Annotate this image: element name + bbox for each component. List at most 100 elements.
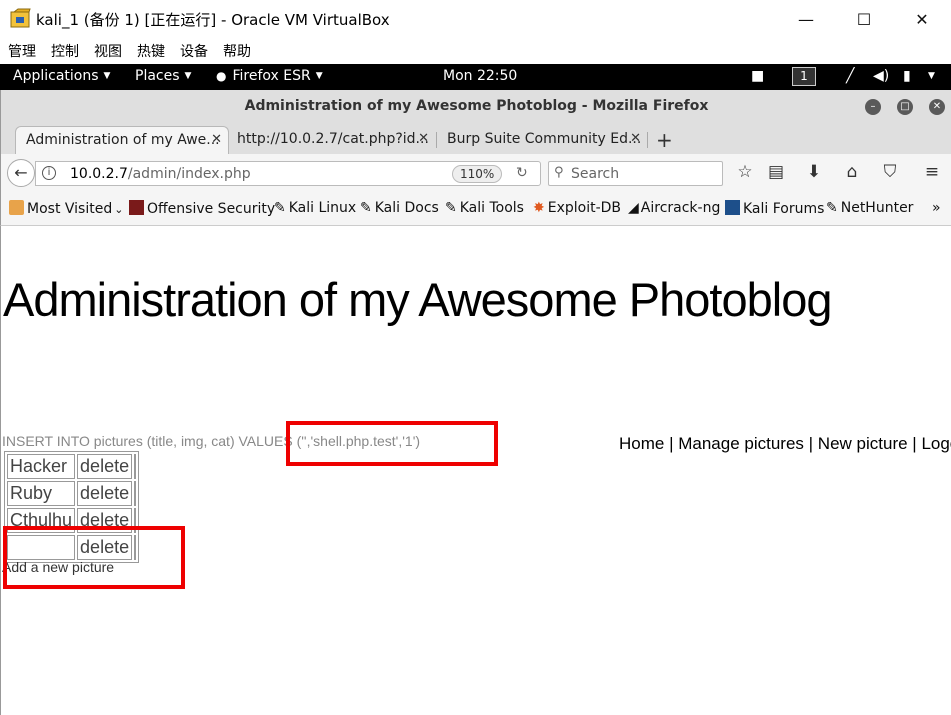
- tab-cat[interactable]: http://10.0.2.7/cat.php?id... ✕: [227, 126, 435, 154]
- firefox-app-menu[interactable]: ● Firefox ESR ▼: [216, 68, 323, 84]
- bookmark-label: Offensive Security: [147, 201, 276, 217]
- vbox-title-bar: kali_1 (备份 1) [正在运行] - Oracle VM Virtual…: [0, 0, 951, 38]
- search-input[interactable]: [571, 164, 719, 183]
- url-bar[interactable]: i 10.0.2.7/admin/index.php 110% ↻: [35, 161, 541, 186]
- bookmark-nethunter[interactable]: ✎ NetHunter: [826, 200, 913, 216]
- new-tab-button[interactable]: +: [656, 128, 673, 152]
- kali-icon: ✎: [274, 200, 286, 216]
- kali-forums-icon: [725, 200, 740, 215]
- bookmark-label: Aircrack-ng: [640, 200, 721, 216]
- bookmark-star-icon[interactable]: ☆: [734, 162, 756, 182]
- navigation-toolbar: ← i 10.0.2.7/admin/index.php 110% ↻ ⚲ ☆ …: [0, 154, 951, 192]
- hamburger-menu-icon[interactable]: ≡: [921, 162, 943, 182]
- kali-icon: ✎: [360, 200, 372, 216]
- zoom-indicator[interactable]: 110%: [452, 165, 503, 183]
- workspace-indicator[interactable]: 1: [792, 67, 816, 86]
- tab-admin[interactable]: Administration of my Awe... ✕: [15, 126, 229, 154]
- exploit-db-icon: ✸: [533, 200, 545, 216]
- clock[interactable]: Mon 22:50: [443, 68, 517, 84]
- bookmark-label: Most Visited: [27, 201, 113, 217]
- bookmark-most-visited[interactable]: Most Visited ⌄: [9, 200, 123, 217]
- close-tab-icon[interactable]: ✕: [630, 131, 641, 146]
- page-content: Administration of my Awesome Photoblog I…: [0, 226, 951, 715]
- tab-label: http://10.0.2.7/cat.php?id...: [237, 131, 429, 147]
- nav-separator: |: [664, 434, 679, 453]
- bookmark-kali-linux[interactable]: ✎ Kali Linux: [274, 200, 356, 216]
- menu-view[interactable]: 视图: [94, 41, 122, 61]
- clipboard-icon[interactable]: ▤: [765, 162, 787, 182]
- url-path: /admin/index.php: [127, 166, 251, 182]
- firefox-app-icon: ●: [216, 69, 227, 83]
- close-tab-icon[interactable]: ✕: [418, 131, 429, 146]
- vbox-title: kali_1 (备份 1) [正在运行] - Oracle VM Virtual…: [36, 11, 390, 29]
- bookmark-label: Kali Forums: [743, 201, 825, 217]
- gnome-top-bar: Applications ▼ Places ▼ ● Firefox ESR ▼ Mon …: [0, 64, 951, 90]
- pocket-icon[interactable]: ⛉: [879, 162, 901, 182]
- bookmark-label: Kali Docs: [374, 200, 439, 216]
- network-icon[interactable]: ╱: [846, 68, 854, 84]
- reload-icon[interactable]: ↻: [516, 165, 528, 181]
- minimize-button[interactable]: —: [777, 0, 835, 38]
- bookmark-kali-tools[interactable]: ✎ Kali Tools: [445, 200, 524, 216]
- page-title: Administration of my Awesome Photoblog: [3, 273, 832, 326]
- download-icon[interactable]: ⬇: [803, 162, 825, 182]
- firefox-app-label: Firefox ESR: [232, 68, 311, 84]
- menu-devices[interactable]: 设备: [180, 41, 208, 61]
- search-icon: ⚲: [554, 165, 564, 180]
- caret-down-icon: ▼: [103, 71, 111, 81]
- menu-control[interactable]: 控制: [51, 41, 79, 61]
- picture-title: Ruby: [7, 481, 76, 506]
- bookmark-exploit-db[interactable]: ✸ Exploit-DB: [533, 200, 621, 216]
- back-arrow-icon[interactable]: ←: [7, 159, 35, 187]
- table-row: Hacker delete: [7, 454, 137, 479]
- volume-icon[interactable]: ◀): [873, 68, 889, 84]
- tab-separator: [647, 132, 648, 148]
- search-box[interactable]: ⚲: [548, 161, 723, 186]
- kali-icon: ✎: [826, 200, 838, 216]
- bookmark-kali-docs[interactable]: ✎ Kali Docs: [360, 200, 439, 216]
- nav-separator: |: [907, 434, 922, 453]
- chevron-down-icon: ⌄: [114, 203, 124, 216]
- close-button[interactable]: ✕: [893, 0, 951, 38]
- info-icon[interactable]: i: [42, 166, 56, 180]
- bookmark-label: Kali Linux: [288, 200, 357, 216]
- highlight-box-empty-row: [3, 526, 185, 589]
- url-text[interactable]: 10.0.2.7/admin/index.php: [70, 166, 251, 182]
- nav-home-link[interactable]: Home: [619, 434, 664, 453]
- delete-link[interactable]: delete: [77, 454, 133, 479]
- nav-new-picture-link[interactable]: New picture: [818, 434, 908, 453]
- folder-icon: [9, 200, 24, 215]
- bookmark-offensive-security[interactable]: Offensive Security: [129, 200, 275, 217]
- bookmark-aircrack-ng[interactable]: ◢ Aircrack-ng: [628, 200, 720, 216]
- nav-manage-pictures-link[interactable]: Manage pictures: [678, 434, 804, 453]
- menu-help[interactable]: 帮助: [223, 41, 251, 61]
- bookmark-kali-forums[interactable]: Kali Forums: [725, 200, 824, 217]
- delete-link[interactable]: delete: [77, 481, 133, 506]
- tab-burp[interactable]: Burp Suite Community Ed... ✕: [437, 126, 647, 154]
- aircrack-icon: ◢: [628, 200, 639, 216]
- offsec-icon: [129, 200, 144, 215]
- bookmarks-overflow-icon[interactable]: »: [932, 200, 941, 216]
- video-camera-icon[interactable]: ■: [751, 68, 764, 84]
- home-icon[interactable]: ⌂: [841, 162, 863, 182]
- places-menu[interactable]: Places ▼: [135, 68, 191, 84]
- admin-nav: Home | Manage pictures | New picture | L…: [619, 434, 951, 454]
- firefox-close-icon[interactable]: ✕: [929, 99, 945, 115]
- kali-icon: ✎: [445, 200, 457, 216]
- applications-menu[interactable]: Applications ▼: [13, 68, 110, 84]
- firefox-maximize-icon[interactable]: □: [897, 99, 913, 115]
- caret-down-icon: ▼: [184, 71, 192, 81]
- places-label: Places: [135, 68, 180, 84]
- close-tab-icon[interactable]: ✕: [211, 132, 222, 147]
- nav-logout-link[interactable]: Logo: [921, 434, 951, 453]
- menu-manage[interactable]: 管理: [8, 41, 36, 61]
- firefox-minimize-icon[interactable]: –: [865, 99, 881, 115]
- virtualbox-icon: [10, 8, 31, 28]
- maximize-button[interactable]: ☐: [835, 0, 893, 38]
- tab-label: Burp Suite Community Ed...: [447, 131, 642, 147]
- battery-icon[interactable]: ▮: [903, 68, 911, 84]
- tab-bar: Administration of my Awe... ✕ http://10.…: [0, 124, 951, 154]
- virtualbox-window: kali_1 (备份 1) [正在运行] - Oracle VM Virtual…: [0, 0, 951, 715]
- menu-hotkeys[interactable]: 热键: [137, 41, 165, 61]
- caret-down-icon[interactable]: ▼: [928, 71, 935, 81]
